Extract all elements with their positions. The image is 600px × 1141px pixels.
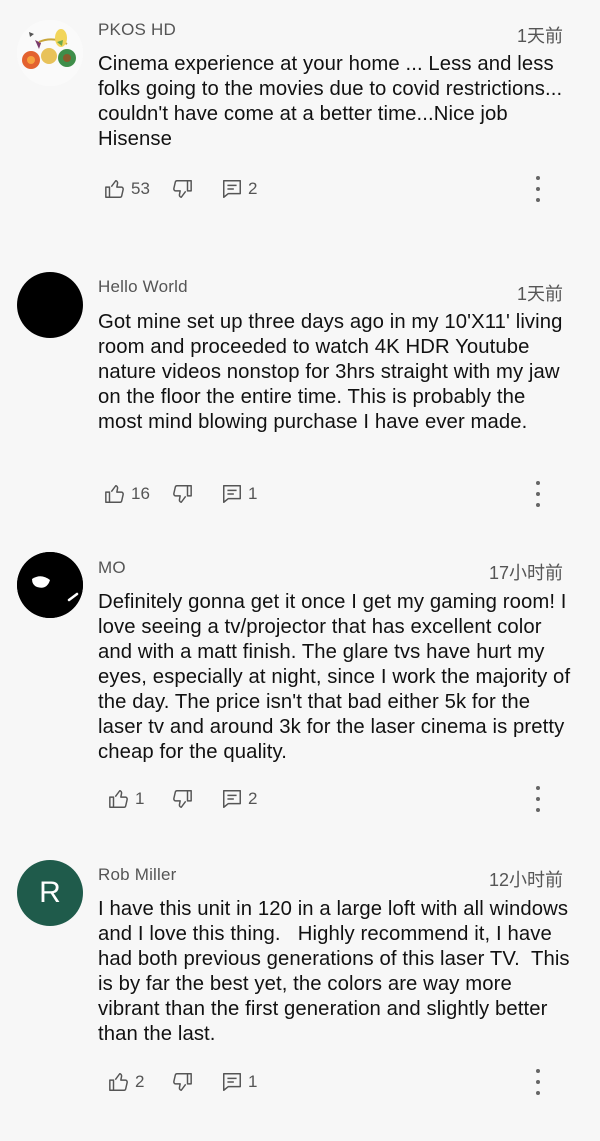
avatar-letter-text: R [39,876,61,909]
comment-text: Got mine set up three days ago in my 10'… [98,311,569,433]
thumbs-down-icon [173,485,192,503]
more-dot-icon [536,1080,540,1084]
comment-actions: 2 1 [0,1067,600,1097]
more-dot-icon [536,786,540,790]
more-options-button[interactable] [526,1069,550,1095]
comment-text: I have this unit in 120 in a large loft … [98,898,576,1045]
illustrated-avatar-icon [17,20,83,86]
comment-actions: 16 1 [0,479,600,509]
comment-actions: 53 2 [0,174,600,204]
like-button[interactable]: 16 [104,479,150,509]
more-options-button[interactable] [526,786,550,812]
thumbs-down-icon [173,1073,192,1091]
comment-author[interactable]: Hello World [98,277,188,297]
reply-count: 2 [248,179,258,198]
more-dot-icon [536,1091,540,1095]
more-dot-icon [536,797,540,801]
thumbs-down-icon [173,180,192,198]
comment-text: Cinema experience at your home ... Less … [98,53,568,150]
thumbs-up-icon [109,1073,128,1091]
dislike-button[interactable] [171,174,193,204]
avatar[interactable] [17,552,83,618]
more-dot-icon [536,492,540,496]
more-dot-icon [536,187,540,191]
thumbs-up-icon [105,180,124,198]
avatar[interactable] [17,20,83,86]
thumbs-down-icon [173,790,192,808]
more-dot-icon [536,1069,540,1073]
dislike-button[interactable] [171,784,193,814]
avatar[interactable] [17,272,83,338]
comment-icon [223,1073,241,1091]
thumbs-up-icon [109,790,128,808]
comment-actions: 1 2 [0,784,600,814]
like-count: 16 [131,484,150,503]
more-dot-icon [536,503,540,507]
like-button[interactable]: 53 [104,174,150,204]
reply-count: 1 [248,1072,258,1091]
reply-button[interactable]: 1 [221,1067,257,1097]
more-dot-icon [536,481,540,485]
more-options-button[interactable] [526,176,550,202]
comment-author[interactable]: PKOS HD [98,20,176,40]
comment-author[interactable]: MO [98,558,126,578]
thumbs-up-icon [105,485,124,503]
dislike-button[interactable] [171,479,193,509]
like-count: 2 [135,1072,145,1091]
face-avatar-icon [17,552,83,618]
reply-count: 1 [248,484,258,503]
comment-time: 17小时前 [488,563,563,583]
reply-count: 2 [248,789,258,808]
more-dot-icon [536,176,540,180]
like-count: 1 [135,789,145,808]
comment-icon [223,485,241,503]
more-options-button[interactable] [526,481,550,507]
avatar[interactable]: R [17,860,83,926]
comment-time: 12小时前 [488,870,563,890]
comment-author[interactable]: Rob Miller [98,865,177,885]
comment-icon [223,790,241,808]
more-dot-icon [536,808,540,812]
more-dot-icon [536,198,540,202]
reply-button[interactable]: 2 [221,174,257,204]
comment-time: 1天前 [516,26,563,46]
reply-button[interactable]: 1 [221,479,257,509]
dislike-button[interactable] [171,1067,193,1097]
reply-button[interactable]: 2 [221,784,257,814]
comment-icon [223,180,241,198]
like-count: 53 [131,179,150,198]
like-button[interactable]: 2 [108,1067,144,1097]
comment-time: 1天前 [516,284,563,304]
comment-text: Definitely gonna get it once I get my ga… [98,591,576,763]
like-button[interactable]: 1 [108,784,144,814]
